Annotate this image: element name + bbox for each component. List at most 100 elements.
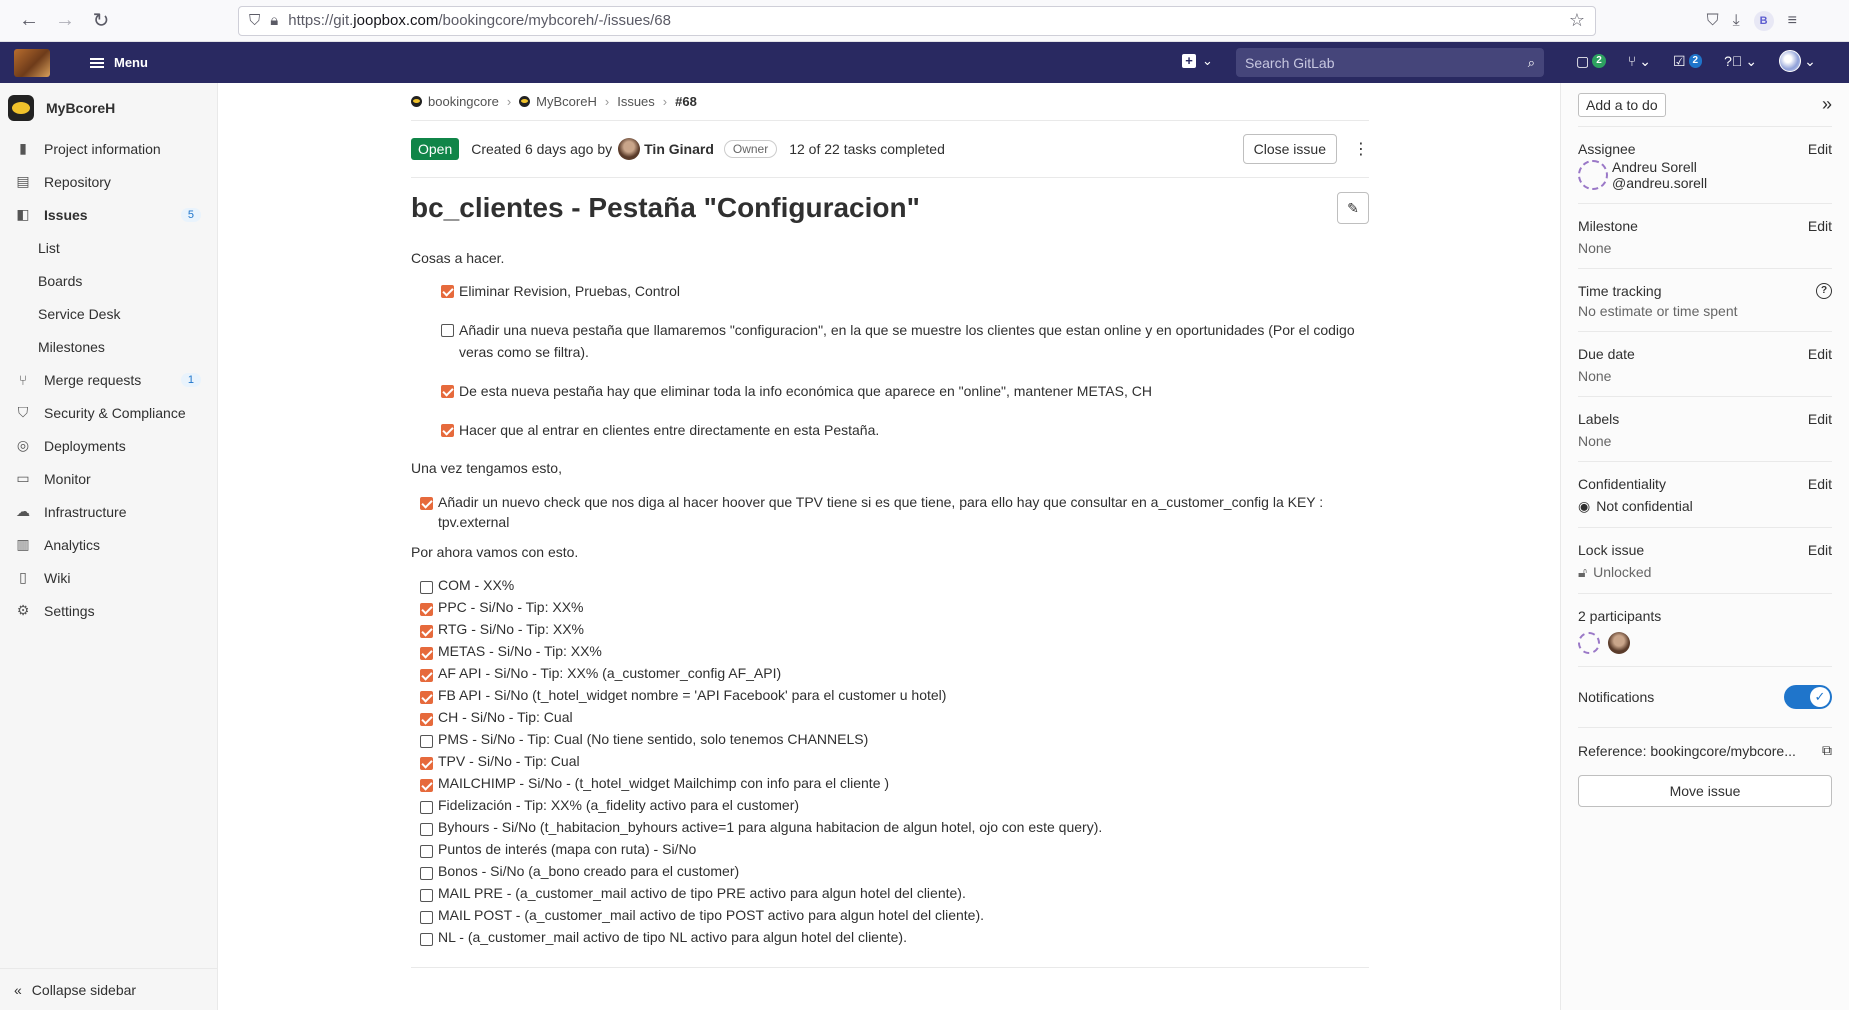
- url-bar[interactable]: ⛉ 🔒︎ https://git. joopbox.com/bookingcore…: [238, 5, 1596, 36]
- task-checkbox[interactable]: [420, 801, 433, 814]
- task-text: MAIL PRE - (a_customer_mail activo de ti…: [438, 885, 966, 901]
- task-checkbox[interactable]: [420, 713, 433, 726]
- edit-title-button[interactable]: ✎: [1337, 192, 1369, 224]
- task-checkbox[interactable]: [441, 285, 454, 298]
- todo-icon: ☑: [1672, 52, 1686, 69]
- collapse-sidebar-button[interactable]: « Collapse sidebar: [0, 968, 217, 1010]
- task-checkbox[interactable]: [420, 669, 433, 682]
- due-date-edit-button[interactable]: Edit: [1808, 346, 1832, 362]
- task-checkbox[interactable]: [441, 324, 454, 337]
- task-text: Byhours - Si/No (t_habitacion_byhours ac…: [438, 819, 1103, 835]
- search-input[interactable]: Search GitLab ⌕: [1236, 48, 1544, 77]
- breadcrumb-project[interactable]: MyBcoreH: [536, 94, 597, 109]
- sidebar-item-security[interactable]: ⛉ Security & Compliance: [8, 396, 209, 429]
- search-placeholder: Search GitLab: [1245, 54, 1335, 71]
- sidebar-item-issues[interactable]: ◧ Issues 5: [8, 198, 209, 231]
- sidebar-item-infrastructure[interactable]: ☁ Infrastructure: [8, 495, 209, 528]
- header-merge-requests-button[interactable]: ⑂ ⌄: [1628, 53, 1651, 70]
- sidebar-item-settings[interactable]: ⚙ Settings: [8, 594, 209, 627]
- task-checkbox[interactable]: [420, 497, 433, 510]
- task-checkbox[interactable]: [420, 845, 433, 858]
- assignee[interactable]: Andreu Sorell @andreu.sorell: [1578, 159, 1832, 191]
- download-icon[interactable]: ⤓: [1733, 12, 1740, 30]
- back-icon[interactable]: ←: [12, 6, 46, 36]
- menu-button[interactable]: Menu: [90, 55, 148, 70]
- sidebar-item-service-desk[interactable]: Service Desk: [8, 297, 209, 330]
- copy-icon[interactable]: ⧉: [1822, 742, 1832, 759]
- issue-description: Cosas a hacer. Eliminar Revision, Prueba…: [411, 248, 1369, 968]
- sidebar-item-repository[interactable]: ▤ Repository: [8, 165, 209, 198]
- collapse-right-sidebar-icon[interactable]: »: [1822, 94, 1832, 115]
- close-issue-button[interactable]: Close issue: [1242, 134, 1337, 164]
- sidebar-item-wiki[interactable]: ▯ Wiki: [8, 561, 209, 594]
- task-checkbox[interactable]: [420, 779, 433, 792]
- labels-edit-button[interactable]: Edit: [1808, 411, 1832, 427]
- task-checkbox[interactable]: [420, 581, 433, 594]
- participant-avatar[interactable]: [1608, 632, 1630, 654]
- sidebar-item-deployments[interactable]: ◎ Deployments: [8, 429, 209, 462]
- pencil-icon: ✎: [1347, 199, 1359, 216]
- help-button[interactable]: ?⃝ ⌄: [1724, 53, 1757, 70]
- gitlab-logo[interactable]: [14, 48, 50, 77]
- task-checkbox[interactable]: [420, 625, 433, 638]
- forward-icon[interactable]: →: [48, 6, 82, 36]
- app-menu-icon[interactable]: ≡: [1788, 12, 1797, 30]
- project-sidebar: MyBcoreH ▮ Project information ▤ Repositor…: [0, 83, 218, 1010]
- sidebar-item-project-information[interactable]: ▮ Project information: [8, 132, 209, 165]
- breadcrumb-current[interactable]: #68: [675, 94, 697, 109]
- task-item: Añadir un nuevo check que nos diga al ha…: [420, 492, 1369, 532]
- task-checkbox[interactable]: [441, 424, 454, 437]
- bookmark-star-icon[interactable]: ☆: [1569, 10, 1585, 31]
- milestone-edit-button[interactable]: Edit: [1808, 218, 1832, 234]
- pocket-icon[interactable]: ⛉: [1707, 12, 1719, 30]
- task-text: PMS - Si/No - Tip: Cual (No tiene sentid…: [438, 731, 869, 747]
- new-dropdown[interactable]: + ⌄: [1182, 53, 1213, 69]
- notifications-toggle[interactable]: [1784, 685, 1832, 709]
- sidebar-item-merge-requests[interactable]: ⑂ Merge requests 1: [8, 363, 209, 396]
- task-text: PPC - Si/No - Tip: XX%: [438, 599, 584, 615]
- sidebar-item-label: Settings: [44, 602, 95, 619]
- hamburger-icon: [90, 57, 104, 68]
- user-menu[interactable]: ⌄: [1779, 50, 1816, 72]
- task-item: TPV - Si/No - Tip: Cual: [420, 752, 1369, 771]
- help-icon[interactable]: ?: [1816, 283, 1832, 299]
- lock-edit-button[interactable]: Edit: [1808, 542, 1832, 558]
- breadcrumb-group[interactable]: bookingcore: [428, 94, 499, 109]
- header-todos-button[interactable]: ☑ 2: [1672, 52, 1703, 70]
- sidebar-item-boards[interactable]: Boards: [8, 264, 209, 297]
- add-todo-button[interactable]: Add a to do: [1578, 92, 1666, 117]
- sidebar-item-monitor[interactable]: ▭ Monitor: [8, 462, 209, 495]
- task-checkbox[interactable]: [420, 647, 433, 660]
- assignee-name: Andreu Sorell: [1612, 159, 1697, 175]
- move-issue-button[interactable]: Move issue: [1578, 775, 1832, 807]
- sidebar-item-milestones[interactable]: Milestones: [8, 330, 209, 363]
- menu-label: Menu: [114, 55, 148, 70]
- task-checkbox[interactable]: [420, 735, 433, 748]
- task-checkbox[interactable]: [420, 757, 433, 770]
- task-checkbox[interactable]: [420, 603, 433, 616]
- sidebar-item-analytics[interactable]: ▥ Analytics: [8, 528, 209, 561]
- shield-icon[interactable]: ⛉: [249, 12, 260, 29]
- task-checkbox[interactable]: [420, 823, 433, 836]
- task-checkbox[interactable]: [420, 911, 433, 924]
- more-actions-icon[interactable]: ⋮: [1353, 139, 1369, 159]
- participant-avatar[interactable]: [1578, 632, 1600, 654]
- author-avatar[interactable]: [618, 138, 641, 160]
- profile-icon[interactable]: B: [1753, 10, 1774, 31]
- sidebar-item-list[interactable]: List: [8, 231, 209, 264]
- task-checkbox[interactable]: [420, 691, 433, 704]
- task-checkbox[interactable]: [441, 385, 454, 398]
- reload-icon[interactable]: ↻: [84, 6, 118, 36]
- task-checkbox[interactable]: [420, 933, 433, 946]
- confidentiality-edit-button[interactable]: Edit: [1808, 476, 1832, 492]
- lock-icon[interactable]: 🔒︎: [270, 12, 278, 29]
- author-name[interactable]: Tin Ginard: [644, 141, 714, 157]
- breadcrumb-issues[interactable]: Issues: [617, 94, 655, 109]
- task-checkbox[interactable]: [420, 889, 433, 902]
- project-header[interactable]: MyBcoreH: [0, 88, 217, 128]
- assignee-edit-button[interactable]: Edit: [1808, 141, 1832, 157]
- task-checkbox[interactable]: [420, 867, 433, 880]
- chevron-down-icon: ⌄: [1202, 53, 1213, 68]
- task-text: CH - Si/No - Tip: Cual: [438, 709, 573, 725]
- header-issues-button[interactable]: ▢ 2: [1576, 53, 1606, 70]
